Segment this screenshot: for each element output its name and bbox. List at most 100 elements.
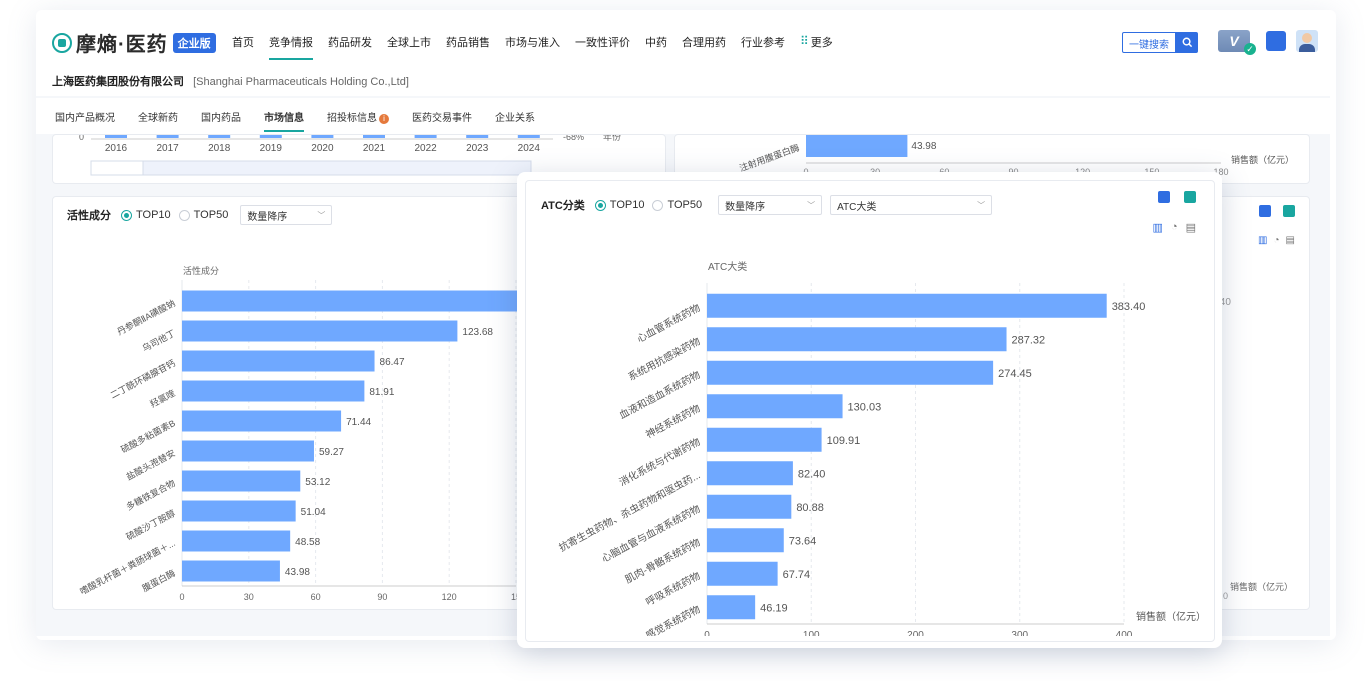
x-tick-label: 120 <box>442 592 457 602</box>
bar <box>156 135 179 138</box>
bar <box>182 320 458 342</box>
bar <box>707 528 784 553</box>
nav-item-1[interactable]: 竞争情报 <box>269 34 313 60</box>
logo[interactable]: 摩熵·医药 企业版 <box>52 28 216 57</box>
nav-item-3[interactable]: 全球上市 <box>387 34 431 60</box>
x-tick-label: 2017 <box>156 143 179 154</box>
book-icon[interactable] <box>1266 31 1286 51</box>
ingredient-sort-select[interactable]: 数量降序 ﹀ <box>240 205 333 225</box>
nav-item-0[interactable]: 首页 <box>232 34 254 60</box>
search-icon[interactable] <box>1176 32 1198 53</box>
tab-label: 招投标信息 <box>327 112 377 124</box>
table-icon[interactable]: ▤ <box>1286 235 1295 246</box>
bar <box>707 327 1007 352</box>
nav-item-8[interactable]: 合理用药 <box>682 34 726 60</box>
atc-top50-radio[interactable]: TOP50 <box>652 199 702 211</box>
x-tick-label: 2018 <box>208 143 231 154</box>
category-label: 呼吸系统药物 <box>643 569 702 609</box>
radio-checked-icon <box>594 199 606 211</box>
category-label: 嗜酸乳杆菌＋粪肠球菌＋... <box>78 537 177 597</box>
tab-label: 企业关系 <box>495 112 535 124</box>
tab-label: 国内药品 <box>201 112 241 124</box>
nav-item-4[interactable]: 药品销售 <box>446 34 490 60</box>
x-tick-label: 2021 <box>363 143 386 154</box>
bar-chart-icon[interactable]: ▥ <box>1258 235 1267 246</box>
bar-value-label: 80.88 <box>796 502 824 514</box>
radio-label: TOP50 <box>193 209 229 221</box>
nav-item-6[interactable]: 一致性评价 <box>575 34 630 60</box>
atc-top10-radio[interactable]: TOP10 <box>594 199 644 211</box>
y-tick-label: 0 <box>79 135 84 142</box>
bar <box>311 135 334 138</box>
vip-icon[interactable]: V ✓ <box>1218 30 1256 55</box>
select-value: ATC大类 <box>837 201 877 213</box>
nav-item-9[interactable]: 行业参考 <box>741 34 785 60</box>
atc-sort-select[interactable]: 数量降序 ﹀ <box>718 195 823 215</box>
select-value: 数量降序 <box>725 201 766 213</box>
tab-label: 医药交易事件 <box>412 112 472 124</box>
table-icon[interactable]: ▤ <box>1186 221 1196 234</box>
company-name: 上海医药集团股份有限公司 [Shanghai Pharmaceuticals H… <box>52 73 409 89</box>
tab-4[interactable]: 招投标信息 i <box>327 99 389 134</box>
tab-5[interactable]: 医药交易事件 <box>412 99 472 134</box>
pie-chart-icon[interactable]: ◔ <box>1274 235 1280 246</box>
bar <box>363 135 385 138</box>
category-label: 神经系统药物 <box>643 401 702 441</box>
info-badge-icon: i <box>379 113 389 124</box>
ingredient-top10-radio[interactable]: TOP10 <box>121 209 171 221</box>
x-tick-label: 2023 <box>466 143 489 154</box>
edition-badge: 企业版 <box>172 32 216 53</box>
search-box[interactable]: 一键搜索 <box>1122 32 1198 53</box>
bar-value-label: 43.98 <box>911 141 936 152</box>
nav-item-7[interactable]: 中药 <box>645 34 667 60</box>
x-tick-label: 2024 <box>518 143 541 154</box>
nav-item-2[interactable]: 药品研发 <box>328 34 372 60</box>
nav-item-10[interactable]: 更多 <box>811 34 833 60</box>
ingredient-title: 活性成分 <box>67 210 111 222</box>
x-tick-label: 2020 <box>311 143 334 154</box>
ingredient-top50-radio[interactable]: TOP50 <box>178 209 229 221</box>
radio-label: TOP50 <box>667 199 703 211</box>
x-tick-label: 90 <box>377 592 387 602</box>
bar-value-label: 123.68 <box>462 327 493 338</box>
tab-0[interactable]: 国内产品概况 <box>55 99 115 134</box>
bar-chart-icon[interactable]: ▥ <box>1153 221 1163 234</box>
header-icons: V ✓ <box>1218 30 1318 55</box>
tab-3[interactable]: 市场信息 <box>264 99 304 134</box>
excel-export-icon[interactable] <box>1259 205 1271 217</box>
right-card-zero-label: 0 <box>1223 591 1229 601</box>
pie-chart-icon[interactable]: ◔ <box>1171 221 1178 234</box>
logo-icon <box>52 32 72 53</box>
tab-2[interactable]: 国内药品 <box>201 99 241 134</box>
bar-value-label: 73.64 <box>789 535 817 547</box>
bar <box>182 350 375 372</box>
x-tick-label: 300 <box>1011 630 1028 636</box>
category-label: 感觉系统药物 <box>643 602 702 636</box>
x-axis-title: 销售额（亿元） <box>1231 154 1294 165</box>
atc-level-select[interactable]: ATC大类 ﹀ <box>830 195 993 215</box>
bar <box>182 440 314 462</box>
x-tick-label: 0 <box>704 630 710 636</box>
atc-controls: ATC分类 TOP10 TOP50 数量降序 ﹀ ATC大类 ﹀ <box>541 195 993 215</box>
bar-value-label: 81.91 <box>369 387 394 398</box>
bar <box>517 135 540 138</box>
right-card-toolbar <box>1259 205 1295 217</box>
image-export-icon[interactable] <box>1184 191 1196 203</box>
nav-item-5[interactable]: 市场与准入 <box>505 34 560 60</box>
tab-6[interactable]: 企业关系 <box>495 99 535 134</box>
bar <box>707 561 778 586</box>
quick-search-button[interactable]: 一键搜索 <box>1122 32 1176 53</box>
x-tick-label: 60 <box>311 592 321 602</box>
atc-chart-popup: ATC分类 TOP10 TOP50 数量降序 ﹀ ATC大类 ﹀ ▥ ◔ ▤ ATC… <box>517 172 1222 648</box>
atc-title: ATC分类 <box>541 200 585 212</box>
x-tick-label: 2019 <box>260 143 283 154</box>
tab-1[interactable]: 全球新药 <box>138 99 178 134</box>
bar-value-label: 46.19 <box>760 602 788 614</box>
y-axis-title: 活性成分 <box>183 265 219 276</box>
avatar[interactable] <box>1296 30 1318 52</box>
excel-export-icon[interactable] <box>1158 191 1170 203</box>
bar-value-label: 130.03 <box>848 401 882 413</box>
bar-value-label: 383.40 <box>1112 301 1146 313</box>
image-export-icon[interactable] <box>1283 205 1295 217</box>
category-label: 多糖铁复合物 <box>124 477 177 512</box>
